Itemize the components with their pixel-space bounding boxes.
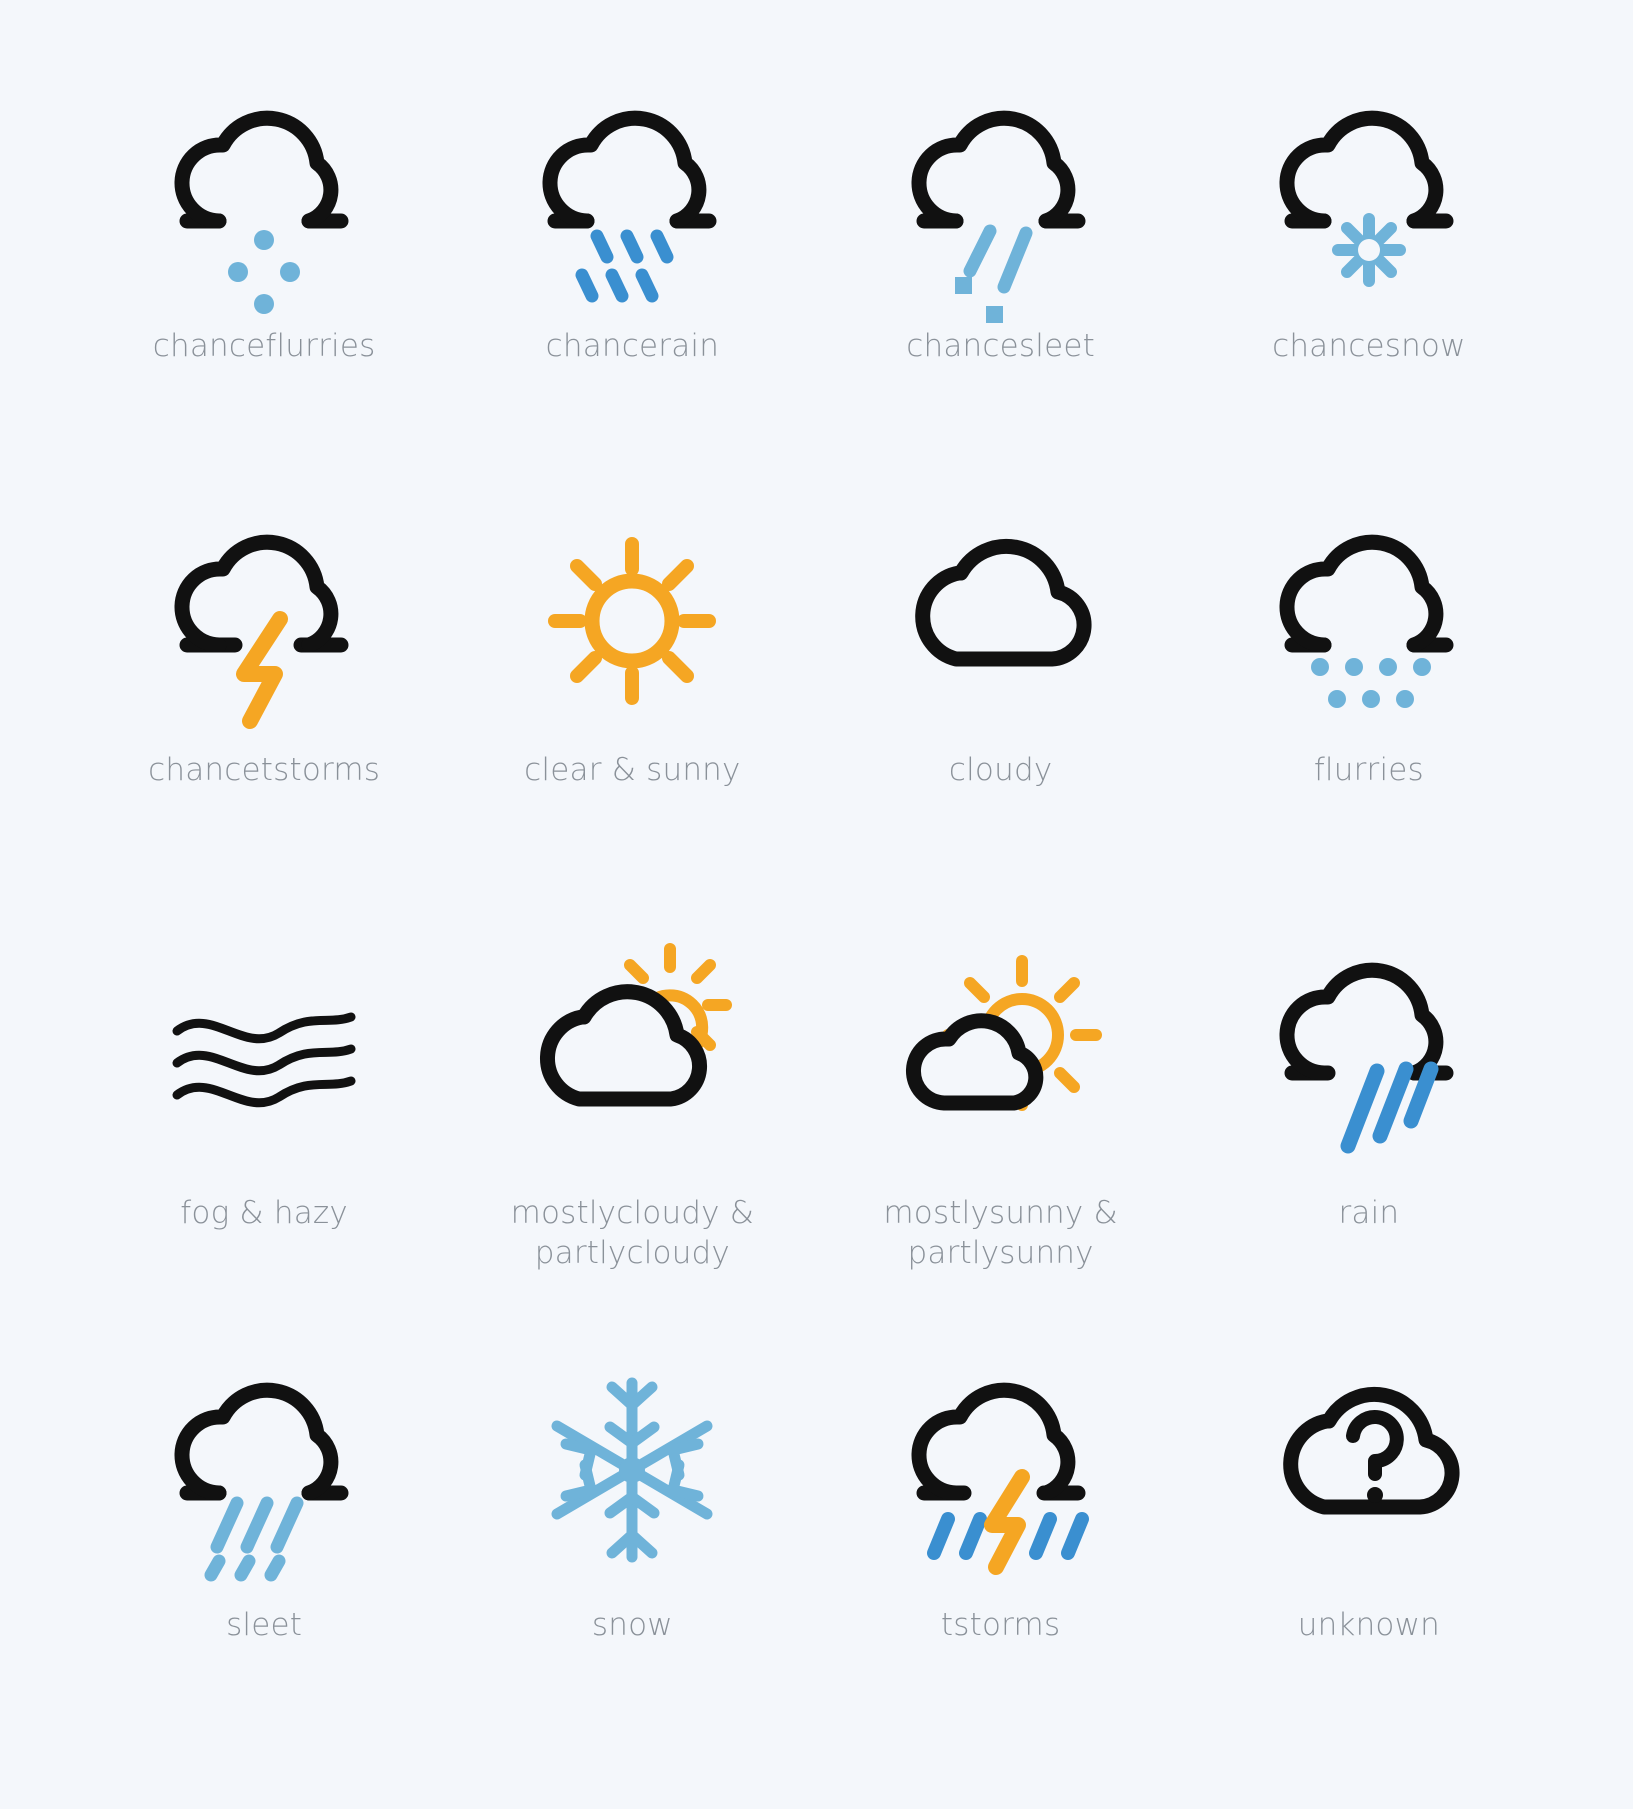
icon-label: chancesnow — [1272, 328, 1466, 364]
cloud-with-sleet-icon — [911, 110, 1086, 323]
icon-label: tstorms — [940, 1606, 1061, 1643]
icon-cell-flurries[interactable]: flurries — [1185, 496, 1553, 920]
cloudy-artwork — [851, 496, 1151, 746]
icon-label: cloudy — [948, 752, 1053, 789]
icon-cell-sleet[interactable]: sleet — [80, 1345, 448, 1769]
icon-cell-tstorms[interactable]: tstorms — [817, 1345, 1185, 1769]
cloud-with-question-mark-icon — [1283, 1387, 1460, 1515]
icon-label: chancerain — [545, 328, 720, 364]
icon-label: clear & sunny — [524, 752, 741, 789]
mostlysunny-artwork — [851, 921, 1151, 1191]
cloud-with-lightning-icon — [174, 534, 349, 729]
cloud-with-small-snowflake-icon — [1279, 110, 1454, 287]
cloud-with-many-snow-dots-icon — [1279, 534, 1454, 708]
icon-cell-cloudy[interactable]: cloudy — [817, 496, 1185, 920]
icon-label: rain — [1338, 1194, 1400, 1231]
icon-sheet: chanceflurries chancerain chancesleet ch… — [0, 0, 1633, 1809]
icon-label: chancesleet — [906, 328, 1095, 364]
icon-cell-clear[interactable]: clear & sunny — [448, 496, 816, 920]
icon-cell-chancesleet[interactable]: chancesleet — [817, 72, 1185, 496]
icon-label: snow — [591, 1606, 673, 1643]
icon-cell-unknown[interactable]: unknown — [1185, 1345, 1553, 1769]
icon-label: mostlycloudy & partlycloudy — [510, 1194, 755, 1272]
icon-label: unknown — [1297, 1606, 1440, 1643]
icon-label: chancetstorms — [148, 752, 381, 789]
cloud-with-lightning-and-rain-icon — [911, 1383, 1089, 1576]
sun-icon — [548, 536, 717, 705]
tstorms-artwork — [851, 1345, 1151, 1595]
chancetstorms-artwork — [114, 496, 414, 746]
flurries-artwork — [1219, 496, 1519, 746]
icon-cell-chancerain[interactable]: chancerain — [448, 72, 816, 496]
icon-cell-rain[interactable]: rain — [1185, 921, 1553, 1345]
fog-artwork — [114, 921, 414, 1191]
icon-cell-mostlysunny[interactable]: mostlysunny & partlysunny — [817, 921, 1185, 1345]
icon-cell-chanceflurries[interactable]: chanceflurries — [80, 72, 448, 496]
icon-cell-chancesnow[interactable]: chancesnow — [1185, 72, 1553, 496]
rain-artwork — [1219, 921, 1519, 1191]
icon-cell-snow[interactable]: snow — [448, 1345, 816, 1769]
sleet-artwork — [114, 1345, 414, 1595]
icon-cell-chancetstorms[interactable]: chancetstorms — [80, 496, 448, 920]
icon-label: chanceflurries — [152, 328, 376, 364]
snow-artwork — [482, 1345, 782, 1595]
icon-label: fog & hazy — [180, 1194, 348, 1231]
chanceflurries-artwork — [114, 72, 414, 322]
chancesleet-artwork — [851, 72, 1151, 323]
icon-label: mostlysunny & partlysunny — [883, 1194, 1118, 1272]
sun-with-small-cloud-icon — [905, 955, 1102, 1111]
fog-waves-icon — [172, 1012, 356, 1108]
clear-sunny-artwork — [482, 496, 782, 746]
unknown-artwork — [1219, 1345, 1519, 1595]
icon-label: sleet — [226, 1606, 303, 1643]
snowflake-icon — [551, 1377, 713, 1563]
cloud-with-sleet-dashes-icon — [174, 1383, 349, 1582]
chancerain-artwork — [482, 72, 782, 322]
cloud-icon — [914, 538, 1092, 667]
icon-label: flurries — [1313, 752, 1424, 789]
chancesnow-artwork — [1219, 72, 1519, 322]
icon-cell-mostlycloudy[interactable]: mostlycloudy & partlycloudy — [448, 921, 816, 1345]
cloud-with-snow-dots-icon — [174, 110, 349, 314]
icon-cell-fog[interactable]: fog & hazy — [80, 921, 448, 1345]
mostlycloudy-artwork — [482, 921, 782, 1191]
cloud-with-heavy-rain-icon — [1279, 962, 1454, 1154]
sun-behind-cloud-icon — [540, 943, 733, 1107]
cloud-with-rain-dashes-icon — [542, 110, 717, 302]
